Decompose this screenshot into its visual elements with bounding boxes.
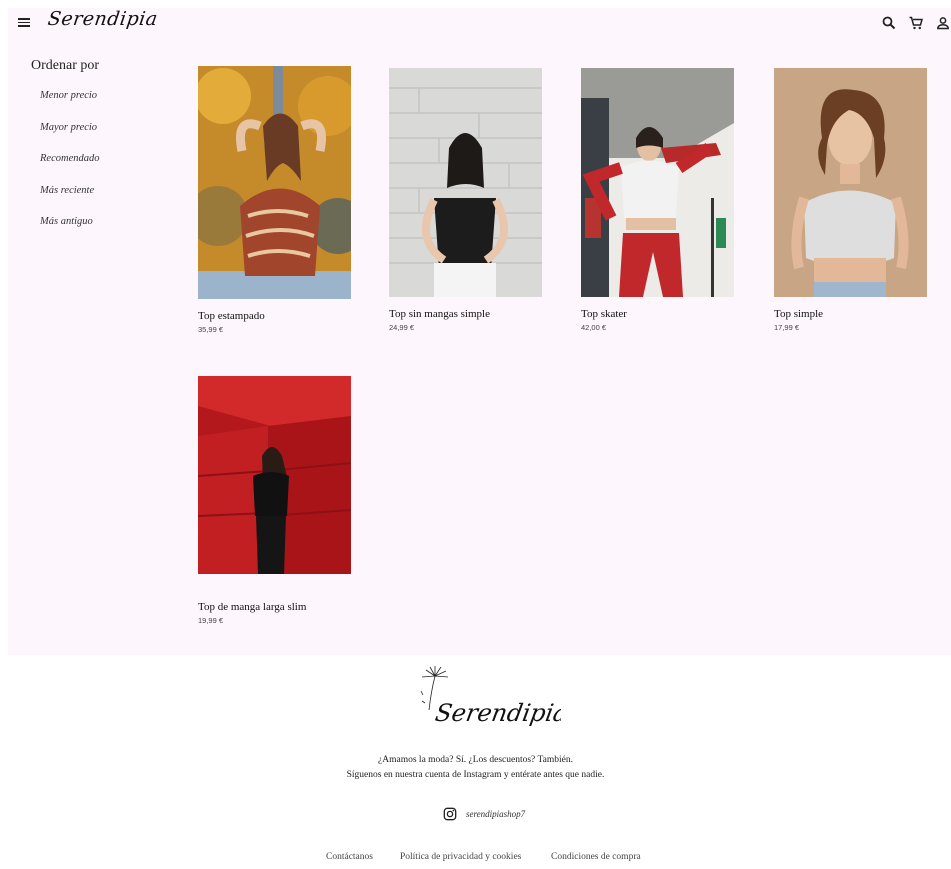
product-card[interactable]: Top estampado 35,99 € — [198, 66, 351, 334]
product-card[interactable]: Top skater 42,00 € — [581, 68, 734, 332]
product-image[interactable] — [198, 376, 351, 574]
footer-link-terms[interactable]: Condiciones de compra — [551, 852, 641, 862]
sort-title: Ordenar por — [31, 58, 100, 73]
product-name[interactable]: Top sin mangas simple — [389, 308, 542, 320]
instagram-handle[interactable]: serendipiashop7 — [466, 809, 525, 819]
product-name[interactable]: Top skater — [581, 308, 734, 320]
product-price: 42,00 € — [581, 323, 607, 332]
product-card[interactable]: Top simple 17,99 € — [774, 68, 927, 332]
instagram-link[interactable]: serendipiashop7 — [443, 807, 525, 821]
product-card[interactable]: Top de manga larga slim 19,99 € — [198, 376, 351, 625]
footer-logo: Serendipia — [416, 665, 570, 737]
sort-option-highest-price[interactable]: Mayor precio — [40, 122, 97, 133]
cart-icon[interactable] — [908, 15, 924, 31]
product-price: 19,99 € — [198, 616, 224, 625]
sort-option-oldest[interactable]: Más antiguo — [40, 216, 93, 227]
footer-link-contact[interactable]: Contáctanos — [326, 852, 373, 862]
product-card[interactable]: Top sin mangas simple 24,99 € — [389, 68, 542, 332]
footer-brand-name: Serendipia — [433, 699, 561, 727]
footer-tagline-2: Síguenos en nuestra cuenta de Instagram … — [346, 770, 605, 780]
product-price: 24,99 € — [389, 323, 415, 332]
footer-link-privacy[interactable]: Política de privacidad y cookies — [400, 852, 521, 862]
sort-option-recommended[interactable]: Recomendado — [40, 153, 99, 164]
product-price: 35,99 € — [198, 325, 224, 334]
product-price: 17,99 € — [774, 323, 800, 332]
footer-tagline-1: ¿Amamos la moda? Sí. ¿Los descuentos? Ta… — [378, 755, 573, 765]
product-image[interactable] — [198, 66, 351, 299]
product-name[interactable]: Top estampado — [198, 310, 351, 322]
product-name[interactable]: Top de manga larga slim — [198, 601, 351, 613]
menu-icon[interactable] — [18, 16, 32, 30]
product-image[interactable] — [774, 68, 927, 297]
catalog-area: Serendipia Ordenar por Menor precio Mayo… — [8, 8, 951, 655]
product-name[interactable]: Top simple — [774, 308, 927, 320]
sort-option-newest[interactable]: Más reciente — [40, 185, 94, 196]
sort-option-lowest-price[interactable]: Menor precio — [40, 90, 97, 101]
search-icon[interactable] — [881, 15, 897, 31]
instagram-icon — [443, 807, 457, 821]
product-image[interactable] — [389, 68, 542, 297]
product-image[interactable] — [581, 68, 734, 297]
header-logo[interactable]: Serendipia — [46, 8, 159, 30]
user-icon[interactable] — [935, 15, 951, 31]
top-header: Serendipia — [8, 8, 951, 38]
